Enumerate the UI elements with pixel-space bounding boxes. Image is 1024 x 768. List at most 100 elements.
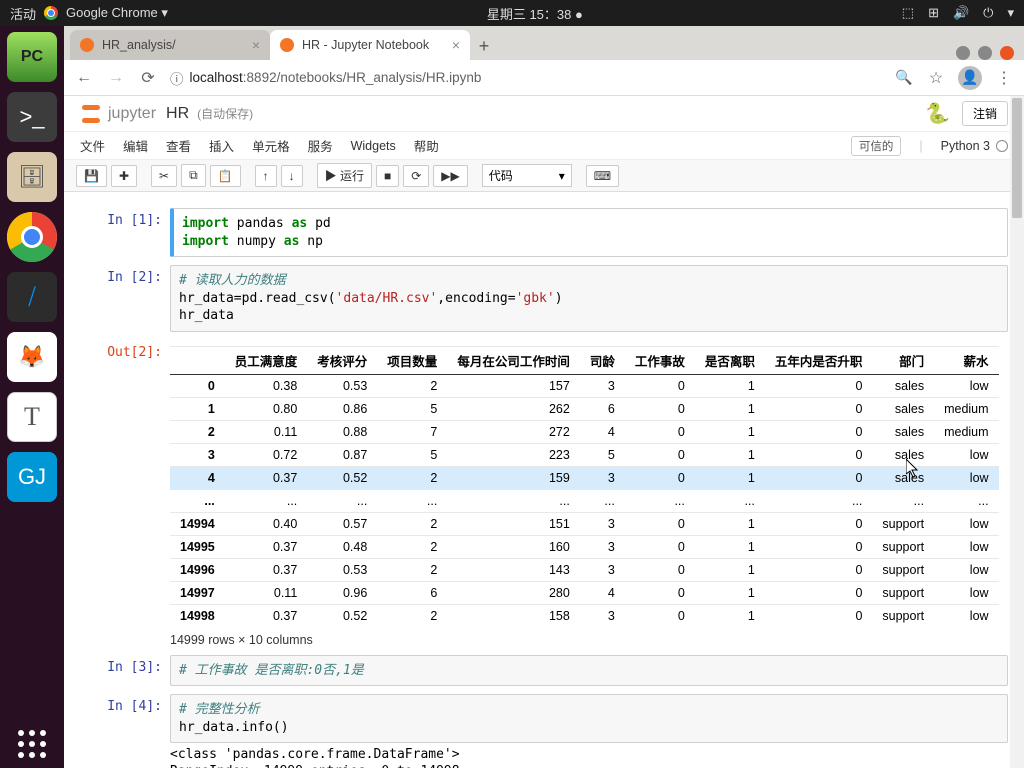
table-row: 30.720.8752235010saleslow	[170, 443, 999, 466]
sound-icon[interactable]: 🔊	[953, 5, 969, 21]
restart-run-all-button[interactable]: ▶▶	[433, 165, 467, 187]
search-icon[interactable]: 🔍	[894, 69, 914, 86]
kernel-status-icon	[996, 140, 1008, 152]
close-icon[interactable]: ×	[452, 37, 460, 53]
network-icon[interactable]: ⬚	[902, 5, 914, 21]
in-prompt: In [1]:	[80, 208, 170, 257]
forward-button[interactable]: →	[106, 69, 126, 87]
menu-edit[interactable]: 编辑	[123, 136, 148, 155]
logout-button[interactable]: 注销	[962, 101, 1008, 126]
activities-button[interactable]: 活动	[10, 4, 36, 23]
command-palette-button[interactable]: ⌨	[586, 165, 619, 187]
chrome-icon	[44, 6, 58, 20]
tab-strip: HR_analysis/ × HR - Jupyter Notebook × +	[64, 26, 1024, 60]
jupyter-logo[interactable]: jupyter	[80, 103, 156, 125]
dock-texteditor[interactable]: T	[7, 392, 57, 442]
code-cell-4[interactable]: In [4]: # 完整性分析 hr_data.info() <class 'p…	[80, 694, 1008, 768]
cut-button[interactable]: ✂	[151, 165, 177, 187]
close-icon[interactable]: ×	[252, 37, 260, 53]
table-row: 00.380.5321573010saleslow	[170, 374, 999, 397]
paste-button[interactable]: 📋	[210, 165, 241, 187]
address-bar-row: ← → ⟳ ⓘ localhost:8892/notebooks/HR_anal…	[64, 60, 1024, 96]
power-icon[interactable]: ⏻	[983, 5, 993, 21]
tab-title: HR - Jupyter Notebook	[302, 38, 429, 52]
dock-files[interactable]: 🗄	[7, 152, 57, 202]
menu-file[interactable]: 文件	[80, 136, 105, 155]
app-menu[interactable]: Google Chrome ▾	[66, 5, 168, 21]
table-row: 149940.400.5721513010supportlow	[170, 512, 999, 535]
code-cell-3[interactable]: In [3]: # 工作事故 是否离职:0否,1是	[80, 655, 1008, 687]
notebook-title[interactable]: HR	[166, 105, 189, 123]
dock-pycharm[interactable]: PC	[7, 32, 57, 82]
address-bar[interactable]: ⓘ localhost:8892/notebooks/HR_analysis/H…	[170, 68, 882, 88]
code-input[interactable]: import pandas as pd import numpy as np	[170, 208, 1008, 257]
move-down-button[interactable]: ↓	[281, 165, 303, 187]
code-input[interactable]: # 完整性分析 hr_data.info()	[170, 694, 1008, 743]
code-cell-1[interactable]: In [1]: import pandas as pd import numpy…	[80, 208, 1008, 257]
in-prompt: In [4]:	[80, 694, 170, 768]
menu-view[interactable]: 查看	[166, 136, 191, 155]
kernel-indicator[interactable]: Python 3	[941, 139, 1008, 153]
trusted-indicator[interactable]: 可信的	[851, 136, 902, 156]
dock-app-blue[interactable]: GJ	[7, 452, 57, 502]
new-tab-button[interactable]: +	[470, 32, 498, 60]
jupyter-logo-icon	[80, 103, 102, 125]
site-info-icon[interactable]: ⓘ	[170, 68, 184, 88]
cell-type-select[interactable]: 代码▾	[482, 164, 572, 187]
dropdown-icon[interactable]: ▾	[1007, 5, 1014, 21]
out-prompt: Out[2]:	[80, 340, 170, 647]
window-close[interactable]	[1000, 46, 1014, 60]
table-header: 员工满意度	[225, 346, 308, 374]
dataframe-table: 员工满意度考核评分项目数量每月在公司工作时间司龄工作事故是否离职五年内是否升职部…	[170, 346, 999, 627]
reload-button[interactable]: ⟳	[138, 68, 158, 88]
window-minimize[interactable]	[956, 46, 970, 60]
bookmark-icon[interactable]: ☆	[926, 68, 946, 88]
autosave-status: (自动保存)	[197, 105, 253, 122]
table-row: 149950.370.4821603010supportlow	[170, 535, 999, 558]
table-header: 考核评分	[307, 346, 377, 374]
table-row: 40.370.5221593010saleslow	[170, 466, 999, 489]
interrupt-button[interactable]: ■	[376, 165, 399, 187]
dock-chrome[interactable]	[7, 212, 57, 262]
restart-button[interactable]: ⟳	[403, 165, 429, 187]
jupyter-favicon-icon	[80, 38, 94, 52]
menu-cell[interactable]: 单元格	[252, 136, 290, 155]
save-button[interactable]: 💾	[76, 165, 107, 187]
copy-button[interactable]: ⧉	[181, 164, 206, 187]
menu-help[interactable]: 帮助	[414, 136, 439, 155]
menu-widgets[interactable]: Widgets	[351, 139, 396, 153]
profile-icon[interactable]: 👤	[958, 66, 982, 90]
dock-show-apps[interactable]	[18, 730, 46, 758]
text-output: <class 'pandas.core.frame.DataFrame'> Ra…	[170, 747, 1008, 768]
python-icon: 🐍	[925, 101, 950, 126]
table-row: 149980.370.5221583010supportlow	[170, 604, 999, 627]
notebook-body: In [1]: import pandas as pd import numpy…	[64, 192, 1024, 768]
code-input[interactable]: # 工作事故 是否离职:0否,1是	[170, 655, 1008, 687]
code-cell-2[interactable]: In [2]: # 读取人力的数据 hr_data=pd.read_csv('d…	[80, 265, 1008, 332]
dock-terminal[interactable]: >_	[7, 92, 57, 142]
menu-insert[interactable]: 插入	[209, 136, 234, 155]
table-row: 149970.110.9662804010supportlow	[170, 581, 999, 604]
move-up-button[interactable]: ↑	[255, 165, 277, 187]
output-cell-2: Out[2]: 员工满意度考核评分项目数量每月在公司工作时间司龄工作事故是否离职…	[80, 340, 1008, 647]
dock-firefox[interactable]: 🦊	[7, 332, 57, 382]
window-maximize[interactable]	[978, 46, 992, 60]
code-input[interactable]: # 读取人力的数据 hr_data=pd.read_csv('data/HR.c…	[170, 265, 1008, 332]
table-header: 是否离职	[695, 346, 765, 374]
tab-hr-analysis[interactable]: HR_analysis/ ×	[70, 30, 270, 60]
tab-title: HR_analysis/	[102, 38, 176, 52]
run-button[interactable]: ▶ 运行	[317, 163, 372, 188]
in-prompt: In [3]:	[80, 655, 170, 687]
table-row: 20.110.8872724010salesmedium	[170, 420, 999, 443]
back-button[interactable]: ←	[74, 69, 94, 87]
dock-vscode[interactable]: ⧸	[7, 272, 57, 322]
add-cell-button[interactable]: ✚	[111, 165, 137, 187]
table-row: 149960.370.5321433010supportlow	[170, 558, 999, 581]
chrome-menu-icon[interactable]: ⋮	[994, 68, 1014, 88]
scrollbar[interactable]	[1010, 96, 1024, 768]
table-header: 薪水	[934, 346, 998, 374]
clock[interactable]: 星期三 15：38 ●	[168, 4, 902, 23]
network2-icon[interactable]: ⊞	[928, 5, 939, 21]
tab-hr-notebook[interactable]: HR - Jupyter Notebook ×	[270, 30, 470, 60]
menu-kernel[interactable]: 服务	[308, 136, 333, 155]
